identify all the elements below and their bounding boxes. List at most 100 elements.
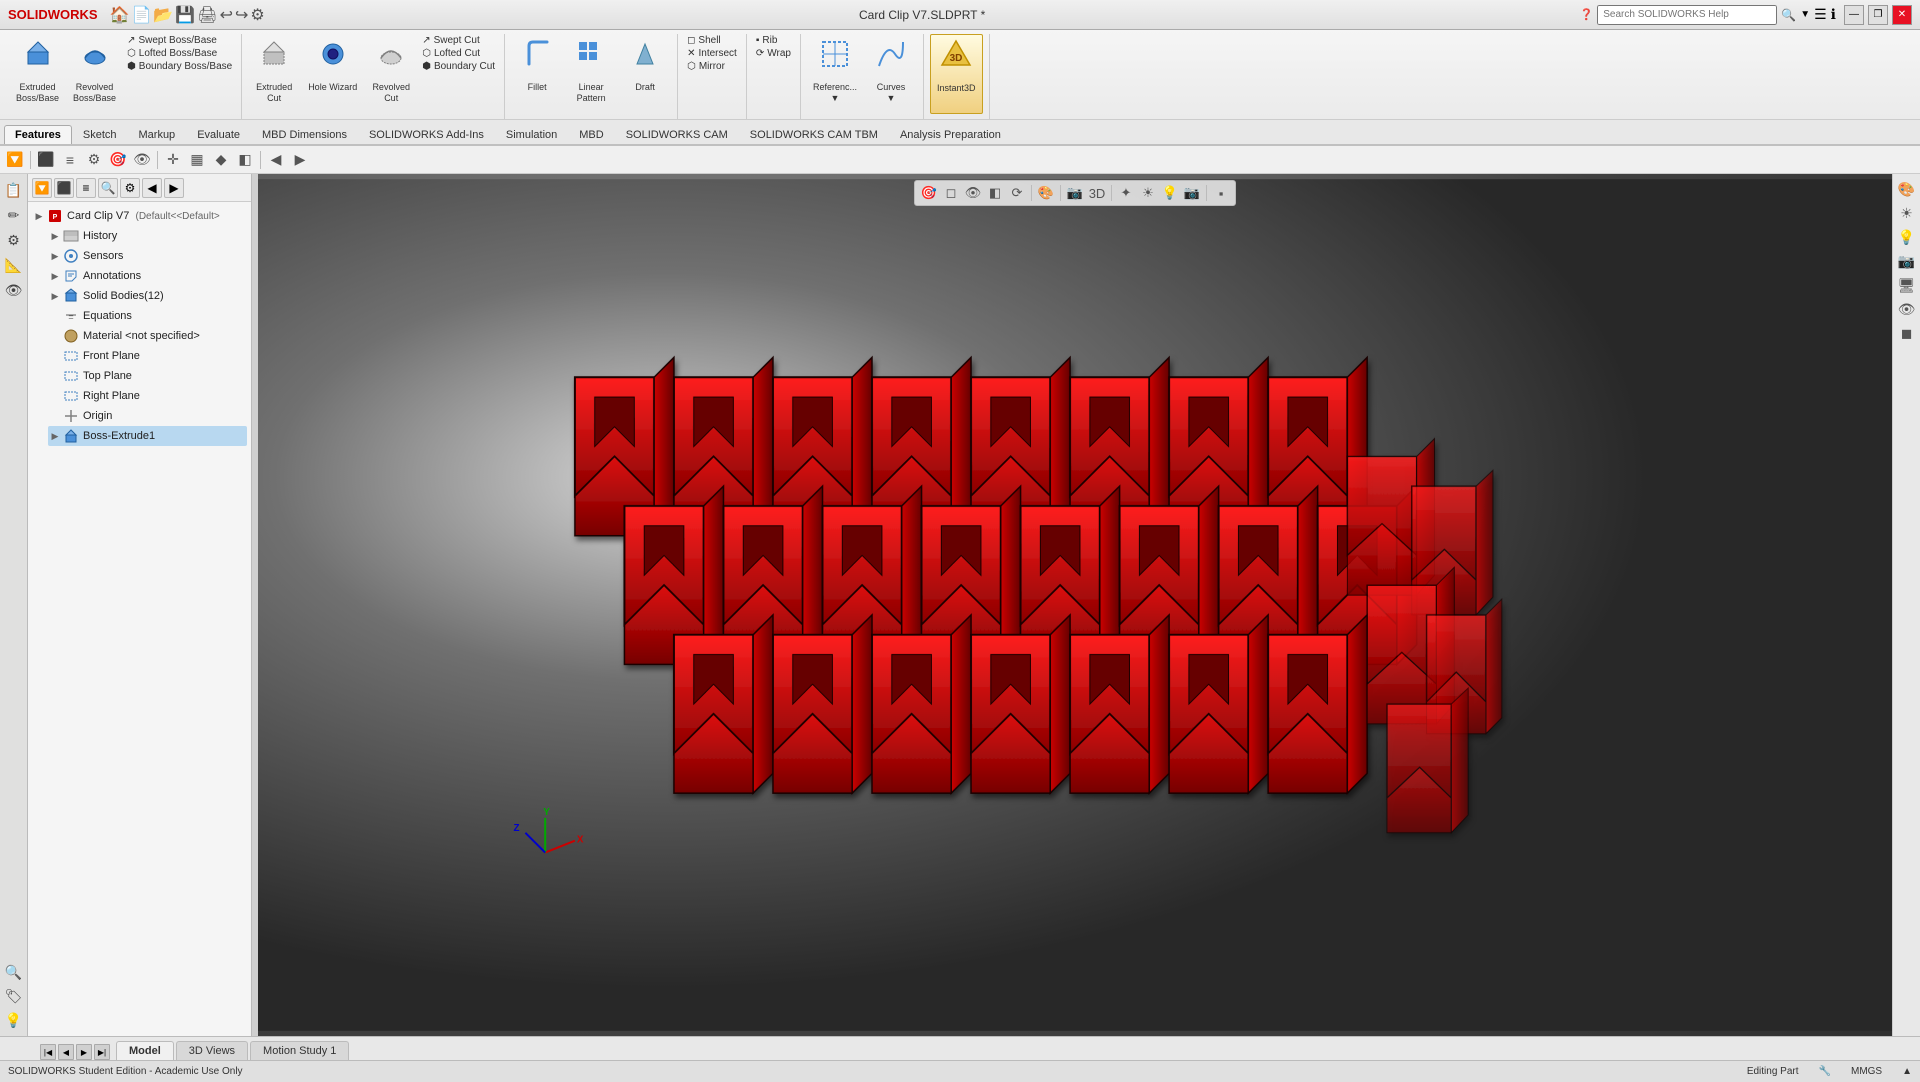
settings-tree-button[interactable]: ⚙	[120, 178, 140, 198]
config-manager-strip-btn[interactable]: ⚙	[2, 228, 26, 252]
nav-next-button[interactable]: ▶	[164, 178, 184, 198]
nav-left-icon[interactable]: ◀	[265, 149, 287, 171]
wrap-button[interactable]: ⟳ Wrap	[753, 47, 794, 60]
rp-lights-btn[interactable]: 💡	[1896, 226, 1918, 248]
tab-nav-last[interactable]: ▶|	[94, 1044, 110, 1060]
equations-item[interactable]: = Equations	[48, 306, 247, 326]
collapse-all-button[interactable]: ≡	[76, 178, 96, 198]
rp-realview-btn[interactable]: 👁	[1896, 298, 1918, 320]
model-tab[interactable]: Model	[116, 1041, 174, 1060]
scene-btn[interactable]: ☀	[1138, 183, 1158, 203]
undo-icon[interactable]: ↩	[220, 5, 233, 25]
redo-icon[interactable]: ↪	[235, 5, 248, 25]
annotations-item[interactable]: ▶ Annotations	[48, 266, 247, 286]
section-icon[interactable]: ◧	[234, 149, 256, 171]
right-plane-item[interactable]: Right Plane	[48, 386, 247, 406]
swept-boss-button[interactable]: ↗ Swept Boss/Base	[124, 34, 235, 47]
filter-icon[interactable]: 🔽	[4, 149, 26, 171]
nav-right-icon[interactable]: ▶	[289, 149, 311, 171]
rib-button[interactable]: ▪ Rib	[753, 34, 794, 47]
search-options-icon[interactable]: ▼	[1800, 9, 1810, 20]
rp-appearance-btn[interactable]: 🎨	[1896, 178, 1918, 200]
search-icon[interactable]: 🔍	[1781, 8, 1796, 22]
lofted-boss-button[interactable]: ⬡ Lofted Boss/Base	[124, 47, 235, 60]
fillet-button[interactable]: Fillet	[511, 34, 563, 114]
swept-cut-button[interactable]: ↗ Swept Cut	[419, 34, 498, 47]
smart-strip-btn[interactable]: 💡	[2, 1008, 26, 1032]
tab-nav-next[interactable]: ▶	[76, 1044, 92, 1060]
search-strip-btn[interactable]: 🔍	[2, 960, 26, 984]
extruded-boss-button[interactable]: ExtrudedBoss/Base	[10, 34, 65, 114]
intersect-button[interactable]: ✕ Intersect	[684, 47, 740, 60]
display-manager-icon[interactable]: 👁	[131, 149, 153, 171]
nav-prev-button[interactable]: ◀	[142, 178, 162, 198]
property-manager-icon[interactable]: ≡	[59, 149, 81, 171]
material-item[interactable]: Material <not specified>	[48, 326, 247, 346]
rp-shadows-btn[interactable]: ◼	[1896, 322, 1918, 344]
open-icon[interactable]: 📂	[153, 5, 173, 25]
3d-view-btn[interactable]: 3D	[1087, 183, 1107, 203]
lofted-cut-button[interactable]: ⬡ Lofted Cut	[419, 47, 498, 60]
view-hide-show-btn[interactable]: 👁	[963, 183, 983, 203]
close-button[interactable]: ✕	[1892, 5, 1912, 25]
config-manager-icon[interactable]: ⚙	[83, 149, 105, 171]
tab-nav-prev[interactable]: ◀	[58, 1044, 74, 1060]
search-tree-button[interactable]: 🔍	[98, 178, 118, 198]
tab-nav-first[interactable]: |◀	[40, 1044, 56, 1060]
boundary-boss-button[interactable]: ⬢ Boundary Boss/Base	[124, 60, 235, 73]
save-icon[interactable]: 💾	[175, 5, 195, 25]
origin-item[interactable]: Origin	[48, 406, 247, 426]
tab-features[interactable]: Features	[4, 125, 72, 144]
rp-scene-btn[interactable]: ☀	[1896, 202, 1918, 224]
window-controls[interactable]: — ❐ ✕	[1844, 5, 1912, 25]
view-display-btn[interactable]: ◻	[941, 183, 961, 203]
options-icon[interactable]: ⚙	[250, 5, 264, 25]
lights-btn[interactable]: 💡	[1160, 183, 1180, 203]
tab-solidworks-cam[interactable]: SOLIDWORKS CAM	[615, 125, 739, 144]
draft-button[interactable]: Draft	[619, 34, 671, 114]
view-section-btn[interactable]: ◧	[985, 183, 1005, 203]
tab-solidworks-addins[interactable]: SOLIDWORKS Add-Ins	[358, 125, 495, 144]
new-icon[interactable]: 📄	[131, 5, 151, 25]
pattern-icon[interactable]: ▦	[186, 149, 208, 171]
view-more-btn[interactable]: ▪	[1211, 183, 1231, 203]
rp-camera-btn[interactable]: 📷	[1896, 250, 1918, 272]
instant3d-button[interactable]: 3D Instant3D	[930, 34, 983, 114]
tab-solidworks-cam-tbm[interactable]: SOLIDWORKS CAM TBM	[739, 125, 889, 144]
tab-evaluate[interactable]: Evaluate	[186, 125, 251, 144]
tab-simulation[interactable]: Simulation	[495, 125, 568, 144]
snapshot-btn[interactable]: 📷	[1065, 183, 1085, 203]
minimize-button[interactable]: —	[1844, 5, 1864, 25]
dim-expert-strip-btn[interactable]: 📐	[2, 253, 26, 277]
rp-display-btn[interactable]: 🖥	[1896, 274, 1918, 296]
boss-extrude1-item[interactable]: ▶ Boss-Extrude1	[48, 426, 247, 446]
appearance-btn[interactable]: 🎨	[1036, 183, 1056, 203]
print-icon[interactable]: 🖨	[197, 5, 217, 25]
help-icon[interactable]: ❓	[1580, 8, 1594, 21]
filter-button[interactable]: 🔽	[32, 178, 52, 198]
revolved-boss-button[interactable]: RevolvedBoss/Base	[67, 34, 122, 114]
home-icon[interactable]: 🏠	[110, 5, 130, 25]
expand-all-button[interactable]: ⬛	[54, 178, 74, 198]
tab-markup[interactable]: Markup	[128, 125, 187, 144]
top-plane-item[interactable]: Top Plane	[48, 366, 247, 386]
units-arrow[interactable]: ▲	[1902, 1066, 1912, 1077]
extruded-cut-button[interactable]: ExtrudedCut	[248, 34, 300, 114]
restore-button[interactable]: ❐	[1868, 5, 1888, 25]
tags-strip-btn[interactable]: 🏷	[2, 984, 26, 1008]
render-btn[interactable]: ✦	[1116, 183, 1136, 203]
linear-pattern-button[interactable]: LinearPattern	[565, 34, 617, 114]
view-rotate-btn[interactable]: ⟳	[1007, 183, 1027, 203]
hole-wizard-button[interactable]: Hole Wizard	[302, 34, 363, 114]
3d-views-tab[interactable]: 3D Views	[176, 1041, 248, 1060]
boundary-cut-button[interactable]: ⬢ Boundary Cut	[419, 60, 498, 73]
tab-analysis-preparation[interactable]: Analysis Preparation	[889, 125, 1012, 144]
solid-bodies-item[interactable]: ▶ Solid Bodies(12)	[48, 286, 247, 306]
document-root-item[interactable]: ▶ P Card Clip V7 (Default<<Default>	[32, 206, 247, 226]
camera-btn[interactable]: 📷	[1182, 183, 1202, 203]
snap-icon[interactable]: ✛	[162, 149, 184, 171]
history-item[interactable]: ▶ History	[48, 226, 247, 246]
tab-sketch[interactable]: Sketch	[72, 125, 128, 144]
mirror-button[interactable]: ⬡ Mirror	[684, 60, 740, 73]
help-circle-icon[interactable]: ℹ	[1831, 6, 1836, 23]
